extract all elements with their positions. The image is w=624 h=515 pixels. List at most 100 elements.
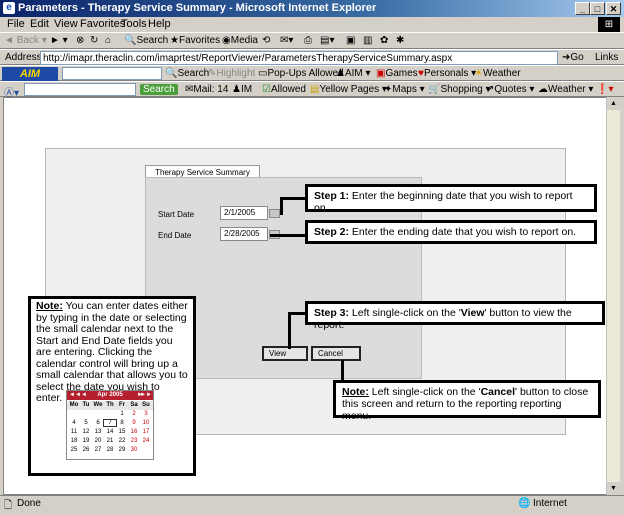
refresh-icon[interactable]: ↻ (90, 35, 98, 46)
aim-button[interactable]: ♟AIM ▾ (336, 68, 371, 79)
calendar-day[interactable]: 19 (80, 438, 92, 444)
step1-text: Enter the beginning date that you wish t… (314, 190, 573, 214)
search-button[interactable]: 🔍Search (124, 35, 168, 46)
vertical-scrollbar[interactable]: ▲ ▼ (606, 97, 620, 495)
aim-search-input[interactable] (62, 67, 162, 80)
menu-help[interactable]: Help (148, 18, 171, 30)
calendar-day[interactable]: 1 (116, 411, 128, 417)
calendar-day[interactable]: 2 (128, 411, 140, 417)
favorites-button[interactable]: ★Favorites (170, 35, 220, 46)
calendar-day[interactable]: 10 (140, 420, 152, 426)
weather-toolbar-button[interactable]: ☁Weather ▾ (538, 84, 593, 95)
start-calendar-icon[interactable] (269, 209, 280, 218)
alert-icon[interactable]: ❗▾ (596, 84, 613, 95)
calendar-day[interactable]: 28 (104, 447, 116, 453)
status-bar: 🗋 Done 🌐 Internet (0, 495, 624, 511)
calendar-weekdays: Mo Tu We Th Fr Sa Su (67, 401, 153, 410)
calendar-day[interactable]: 21 (104, 438, 116, 444)
discuss-icon[interactable]: ▣ (346, 35, 355, 46)
back-button[interactable]: ◄ Back ▾ (4, 35, 47, 46)
calendar-day[interactable]: 11 (68, 429, 80, 435)
calendar-day[interactable]: 26 (80, 447, 92, 453)
calendar-day[interactable]: 22 (116, 438, 128, 444)
address-input[interactable]: http://imapr.theraclin.com/imaprtest/Rep… (40, 51, 558, 65)
maps-button[interactable]: ✦Maps ▾ (384, 84, 425, 95)
allowed-button[interactable]: ☑Allowed (262, 84, 306, 95)
close-button[interactable]: ✕ (606, 2, 621, 15)
menu-tools[interactable]: Tools (121, 18, 147, 30)
im-button[interactable]: ♟IM (232, 84, 252, 95)
messenger-icon[interactable]: ✿ (380, 35, 388, 46)
step3-text-a: Left single-click on the ' (349, 307, 461, 319)
start-date-input[interactable]: 2/1/2005 (220, 206, 268, 220)
note1-heading: Note: (36, 300, 63, 312)
calendar-day[interactable]: 5 (80, 420, 92, 426)
page-icon: 🗋 (4, 500, 13, 511)
cancel-button[interactable]: Cancel (311, 346, 361, 361)
calendar-day[interactable]: 27 (92, 447, 104, 453)
calendar-day[interactable]: 18 (68, 438, 80, 444)
calendar-day[interactable]: 23 (128, 438, 140, 444)
calendar-day[interactable]: 6 (92, 420, 104, 426)
edit-icon[interactable]: ▤▾ (320, 35, 334, 46)
calendar-day[interactable]: 4 (68, 420, 80, 426)
calendar-day[interactable]: 13 (92, 429, 104, 435)
calendar-day[interactable]: 25 (68, 447, 80, 453)
weather-button[interactable]: ☀Weather (474, 68, 521, 79)
note2-connector (341, 360, 344, 382)
scroll-down-button[interactable]: ▼ (607, 482, 620, 495)
step1-callout: Step 1: Enter the beginning date that yo… (305, 184, 597, 214)
calendar-day[interactable]: 30 (128, 447, 140, 453)
go-button[interactable]: ➜Go (562, 52, 584, 63)
calendar-day[interactable]: 14 (104, 429, 116, 435)
prev-year-icon[interactable]: ◄◄ (69, 391, 81, 400)
media-button[interactable]: ◉Media (222, 35, 258, 46)
calendar-day[interactable]: 29 (116, 447, 128, 453)
view-button[interactable]: View (262, 346, 308, 361)
calendar-day[interactable]: 20 (92, 438, 104, 444)
weekday-label: Tu (82, 402, 90, 408)
menu-favorites[interactable]: Favorites (80, 18, 125, 30)
forward-button[interactable]: ► ▾ (50, 35, 68, 46)
scroll-up-button[interactable]: ▲ (607, 97, 620, 110)
personals-button[interactable]: ♥Personals ▾ (418, 68, 476, 79)
aim-logo[interactable]: AIM (2, 67, 58, 81)
search-input[interactable] (24, 83, 136, 96)
weekday-label: Th (106, 402, 114, 408)
calendar-day[interactable]: 15 (116, 429, 128, 435)
print-icon[interactable]: ⎙ (304, 35, 312, 46)
games-button[interactable]: ▣Games (376, 68, 418, 79)
calendar-day[interactable]: 17 (140, 429, 152, 435)
minimize-button[interactable]: _ (575, 2, 590, 15)
aim-search-button[interactable]: 🔍Search (165, 68, 209, 79)
end-date-input[interactable]: 2/28/2005 (220, 227, 268, 241)
maximize-button[interactable]: □ (590, 2, 605, 15)
calendar-day[interactable]: 9 (128, 420, 140, 426)
history-icon[interactable]: ⟲ (262, 35, 270, 46)
next-year-icon[interactable]: ►► (140, 391, 152, 400)
links-button[interactable]: Links (595, 52, 618, 63)
popups-button[interactable]: ▭Pop-Ups Allowed (258, 68, 344, 79)
quotes-button[interactable]: ↗Quotes ▾ (486, 84, 534, 95)
calendar-day[interactable]: 16 (128, 429, 140, 435)
prev-month-icon[interactable]: ◄ (81, 391, 87, 400)
home-icon[interactable]: ⌂ (105, 35, 111, 46)
mail-icon[interactable]: ✉▾ (280, 35, 293, 46)
calendar-day[interactable]: 24 (140, 438, 152, 444)
shopping-button[interactable]: 🛒Shopping ▾ (428, 84, 491, 95)
bluetooth-icon[interactable]: ✱ (396, 35, 404, 46)
yellow-pages-button[interactable]: ▤Yellow Pages ▾ (310, 84, 387, 95)
highlight-button[interactable]: ✎Highlight (208, 68, 255, 79)
mail-button[interactable]: ✉Mail: 14 (185, 84, 228, 95)
menu-edit[interactable]: Edit (30, 18, 49, 30)
calendar-week: 11 12 13 14 15 16 17 (67, 429, 153, 438)
calendar-day[interactable]: 7 (103, 419, 117, 427)
calendar-day[interactable]: 8 (116, 420, 128, 426)
search-go-button[interactable]: Search (140, 84, 178, 95)
research-icon[interactable]: ▥ (363, 35, 372, 46)
calendar-day[interactable]: 12 (80, 429, 92, 435)
calendar-day[interactable]: 3 (140, 411, 152, 417)
menu-file[interactable]: File (7, 18, 25, 30)
menu-view[interactable]: View (54, 18, 78, 30)
stop-icon[interactable]: ⊗ (76, 35, 84, 46)
